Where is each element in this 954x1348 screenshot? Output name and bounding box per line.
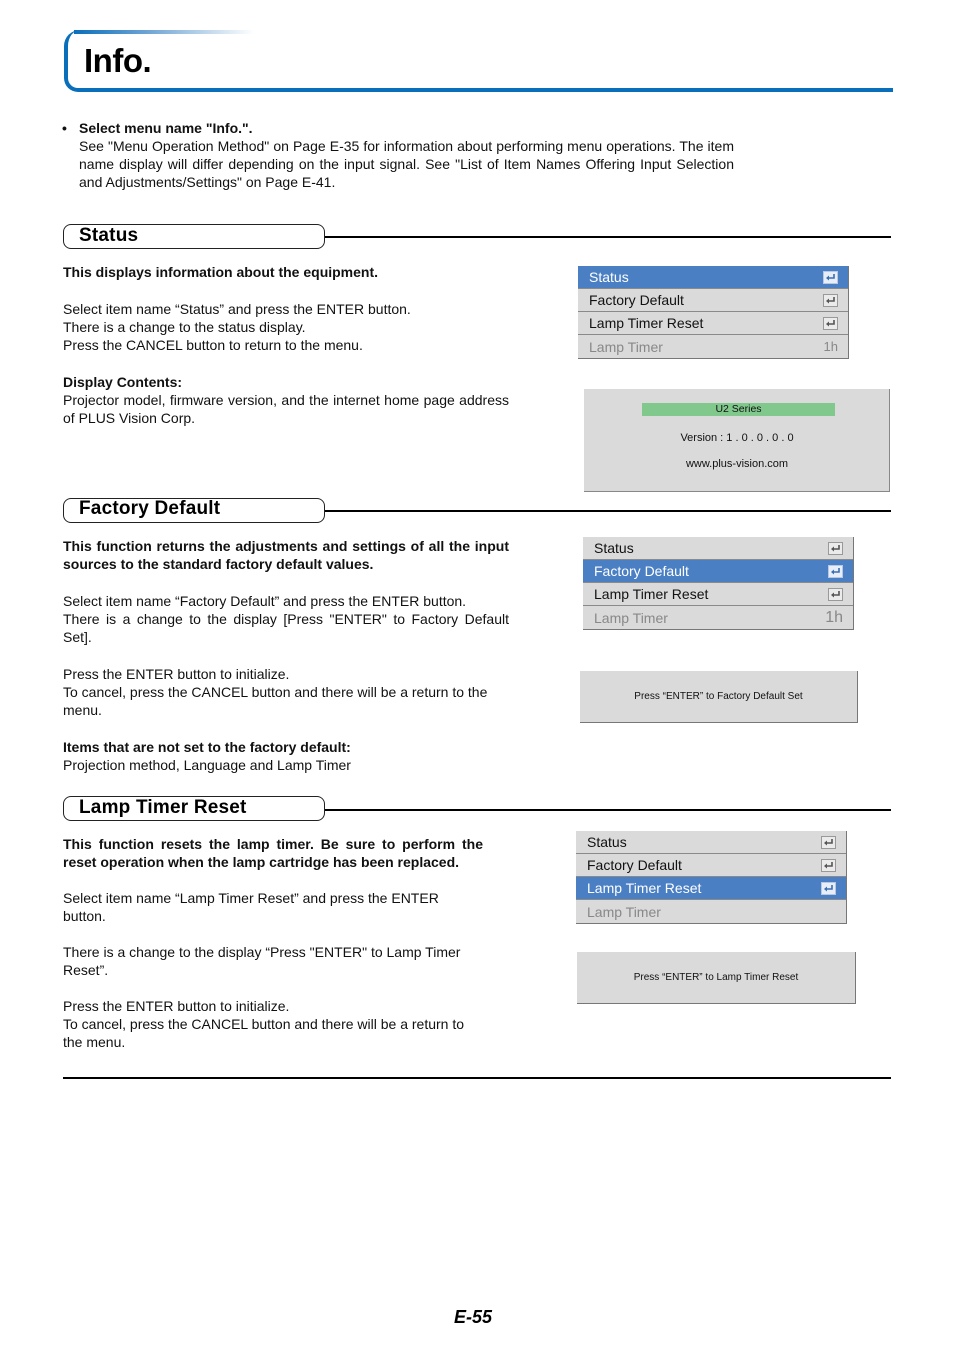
lamp-timer-reset-text: This function resets the lamp timer. Be … [63, 835, 483, 1051]
lamp-timer-reset-p2: There is a change to the display “Press … [63, 944, 461, 978]
enter-return-icon [828, 564, 843, 578]
enter-return-icon [828, 541, 843, 555]
section-rule [325, 510, 891, 512]
section-rule [325, 236, 891, 238]
menu-item-status[interactable]: Status [583, 537, 853, 560]
enter-return-icon [821, 835, 836, 849]
osd-menu-lamp-timer-reset: Status Factory Default Lamp Timer Reset … [576, 831, 847, 924]
menu-item-status[interactable]: Status [576, 831, 846, 854]
menu-item-status[interactable]: Status [578, 266, 848, 289]
model-series: U2 Series [642, 403, 835, 416]
status-text: This displays information about the equi… [63, 263, 509, 427]
enter-return-icon [821, 858, 836, 872]
enter-return-icon [823, 270, 838, 284]
lamp-timer-reset-p1: Select item name “Lamp Timer Reset” and … [63, 890, 439, 924]
lamp-timer-value: 1h [825, 608, 843, 626]
lamp-timer-reset-p3: Press the ENTER button to initialize. [63, 998, 290, 1014]
menu-item-lamp-timer: Lamp Timer 1h [589, 338, 838, 355]
status-lead: This displays information about the equi… [63, 264, 379, 280]
enter-return-icon [823, 316, 838, 330]
menu-item-factory-default[interactable]: Factory Default [576, 854, 846, 877]
lamp-timer-reset-lead: This function resets the lamp timer. Be … [63, 836, 483, 870]
title-frame [64, 30, 893, 92]
factory-default-lead: This function returns the adjustments an… [63, 538, 509, 572]
menu-item-lamp-timer-reset[interactable]: Lamp Timer Reset [583, 583, 853, 606]
page-title: Info. [84, 42, 152, 79]
osd-menu-factory-default: Status Factory Default Lamp Timer Reset … [583, 537, 854, 630]
website-url: www.plus-vision.com [685, 458, 789, 470]
status-p1: Select item name “Status” and press the … [63, 301, 411, 317]
menu-item-lamp-timer: Lamp Timer [587, 903, 661, 920]
lamp-timer-value: 1h [823, 339, 838, 354]
osd-menu-status: Status Factory Default Lamp Timer Reset … [578, 266, 849, 359]
page-number: E-55 [454, 1307, 493, 1327]
factory-default-prompt: Press “ENTER” to Factory Default Set [580, 671, 858, 723]
title-accent-gradient [74, 30, 254, 34]
enter-return-icon [823, 293, 838, 307]
intro-body: See "Menu Operation Method" on Page E-35… [79, 138, 734, 190]
menu-item-lamp-timer-reset[interactable]: Lamp Timer Reset [578, 312, 848, 335]
menu-item-factory-default[interactable]: Factory Default [583, 560, 853, 583]
intro-block: • Select menu name "Info.". See "Menu Op… [62, 119, 734, 191]
section-title-status: Status [79, 225, 139, 246]
not-set-label: Items that are not set to the factory de… [63, 739, 351, 755]
status-contents-label: Display Contents: [63, 374, 183, 390]
bullet-icon: • [62, 120, 67, 136]
section-rule [325, 809, 891, 811]
status-contents-text: Projector model, firmware version, and t… [63, 392, 509, 426]
section-title-factory-default: Factory Default [79, 498, 221, 519]
menu-item-lamp-timer-reset[interactable]: Lamp Timer Reset [576, 877, 846, 900]
lamp-timer-reset-p4: To cancel, press the CANCEL button and t… [63, 1016, 465, 1050]
intro-heading: Select menu name "Info.". [79, 120, 253, 136]
menu-item-factory-default[interactable]: Factory Default [578, 289, 848, 312]
enter-return-icon [821, 881, 836, 895]
factory-default-p2: There is a change to the display [Press … [63, 611, 509, 645]
status-p2: There is a change to the status display. [63, 319, 306, 335]
factory-default-p1: Select item name “Factory Default” and p… [63, 593, 467, 609]
section-title-lamp-timer-reset: Lamp Timer Reset [79, 797, 247, 818]
factory-default-p4: To cancel, press the CANCEL button and t… [63, 684, 488, 718]
factory-default-p3: Press the ENTER button to initialize. [63, 666, 290, 682]
factory-default-text: This function returns the adjustments an… [63, 537, 509, 774]
lamp-timer-reset-prompt: Press “ENTER” to Lamp Timer Reset [577, 952, 856, 1004]
not-set-text: Projection method, Language and Lamp Tim… [63, 757, 351, 773]
firmware-version: Version : 1 . 0 . 0 . 0 . 0 [680, 432, 794, 444]
bottom-rule [63, 1077, 891, 1079]
enter-return-icon [828, 587, 843, 601]
menu-item-lamp-timer: Lamp Timer 1h [594, 608, 843, 626]
status-display-panel: U2 Series Version : 1 . 0 . 0 . 0 . 0 ww… [584, 389, 890, 492]
status-p3: Press the CANCEL button to return to the… [63, 337, 363, 353]
